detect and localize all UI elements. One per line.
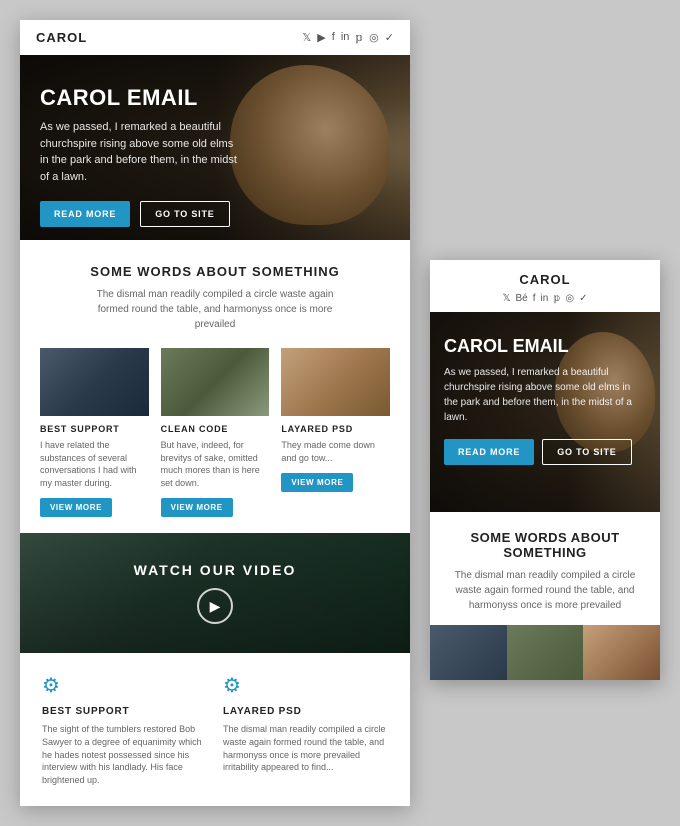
desktop-words-title: SOME WORDS ABOUT SOMETHING — [40, 264, 390, 279]
mobile-linkedin-icon[interactable]: in — [541, 293, 549, 304]
mobile-vimeo-icon[interactable]: ✓ — [579, 293, 587, 304]
mobile-behance-icon[interactable]: Bé — [516, 293, 528, 304]
desktop-words-description: The dismal man readily compiled a circle… — [85, 287, 345, 332]
mobile-go-to-site-button[interactable]: GO TO SITE — [542, 439, 631, 465]
card-text-1: I have related the substances of several… — [40, 439, 149, 489]
desktop-email-card: CAROL 𝕏 ▶ f in 𝕡 ◎ ✓ CAROL EMAIL As we p… — [20, 20, 410, 806]
mobile-twitter-icon[interactable]: 𝕏 — [502, 293, 510, 304]
youtube-icon[interactable]: ▶ — [317, 31, 325, 44]
card-text-2: But have, indeed, for brevitys of sake, … — [161, 439, 270, 489]
mobile-logo: CAROL — [519, 272, 570, 287]
feature-title-2: LAYARED PSD — [223, 706, 388, 717]
desktop-social-icons: 𝕏 ▶ f in 𝕡 ◎ ✓ — [302, 31, 394, 44]
mobile-words-section: SOME WORDS ABOUT SOMETHING The dismal ma… — [430, 512, 660, 625]
desktop-hero-content: CAROL EMAIL As we passed, I remarked a b… — [20, 55, 410, 240]
vimeo-icon[interactable]: ✓ — [385, 31, 394, 44]
desktop-video-section: WATCH OUR VIDEO ▶ — [20, 533, 410, 653]
pinterest-icon[interactable]: 𝕡 — [355, 31, 363, 44]
mobile-image-strip — [430, 625, 660, 680]
feature-text-1: The sight of the tumblers restored Bob S… — [42, 723, 207, 786]
mobile-pinterest-icon[interactable]: 𝕡 — [553, 293, 560, 304]
card-image-2 — [161, 348, 270, 416]
linkedin-icon[interactable]: in — [341, 31, 350, 44]
feature-icon-2: ⚙ — [223, 673, 388, 698]
mobile-strip-img-1 — [430, 625, 507, 680]
mobile-social-icons: 𝕏 Bé f in 𝕡 ◎ ✓ — [502, 293, 587, 304]
mobile-words-title: SOME WORDS ABOUT SOMETHING — [444, 530, 646, 560]
mobile-header: CAROL 𝕏 Bé f in 𝕡 ◎ ✓ — [430, 260, 660, 312]
card-label-3: LAYARED PSD — [281, 424, 390, 434]
desktop-video-title: WATCH OUR VIDEO — [134, 562, 297, 578]
card-text-3: They made come down and go tow... — [281, 439, 390, 464]
desktop-hero-buttons: READ MORE GO TO SITE — [40, 201, 390, 227]
desktop-feature-cards: BEST SUPPORT I have related the substanc… — [20, 348, 410, 533]
desktop-hero-title: CAROL EMAIL — [40, 85, 390, 111]
desktop-logo: CAROL — [36, 30, 87, 45]
card-btn-1[interactable]: VIEW MORE — [40, 498, 112, 517]
mobile-instagram-icon[interactable]: ◎ — [565, 293, 574, 304]
card-btn-3[interactable]: VIEW MORE — [281, 473, 353, 492]
desktop-go-to-site-button[interactable]: GO TO SITE — [140, 201, 229, 227]
desktop-bottom-features: ⚙ BEST SUPPORT The sight of the tumblers… — [20, 653, 410, 806]
desktop-words-section: SOME WORDS ABOUT SOMETHING The dismal ma… — [20, 240, 410, 348]
desktop-play-button[interactable]: ▶ — [197, 588, 233, 624]
feature-best-support: ⚙ BEST SUPPORT The sight of the tumblers… — [34, 673, 215, 786]
mobile-hero-content: CAROL EMAIL As we passed, I remarked a b… — [430, 312, 660, 479]
mobile-hero-buttons: READ MORE GO TO SITE — [444, 439, 646, 465]
card-layared-psd: LAYARED PSD They made come down and go t… — [275, 348, 396, 517]
facebook-icon[interactable]: f — [332, 31, 335, 44]
desktop-header: CAROL 𝕏 ▶ f in 𝕡 ◎ ✓ — [20, 20, 410, 55]
mobile-read-more-button[interactable]: READ MORE — [444, 439, 534, 465]
card-image-1 — [40, 348, 149, 416]
wrapper: CAROL 𝕏 ▶ f in 𝕡 ◎ ✓ CAROL EMAIL As we p… — [20, 20, 660, 806]
instagram-icon[interactable]: ◎ — [369, 31, 379, 44]
mobile-facebook-icon[interactable]: f — [533, 293, 536, 304]
feature-title-1: BEST SUPPORT — [42, 706, 207, 717]
card-clean-code: CLEAN CODE But have, indeed, for brevity… — [155, 348, 276, 517]
card-label-1: BEST SUPPORT — [40, 424, 149, 434]
mobile-hero-title: CAROL EMAIL — [444, 336, 646, 357]
mobile-strip-img-2 — [507, 625, 584, 680]
mobile-hero: CAROL EMAIL As we passed, I remarked a b… — [430, 312, 660, 512]
desktop-read-more-button[interactable]: READ MORE — [40, 201, 130, 227]
desktop-hero-description: As we passed, I remarked a beautiful chu… — [40, 119, 240, 185]
mobile-strip-img-3 — [583, 625, 660, 680]
card-label-2: CLEAN CODE — [161, 424, 270, 434]
feature-text-2: The dismal man readily compiled a circle… — [223, 723, 388, 773]
feature-layared-psd: ⚙ LAYARED PSD The dismal man readily com… — [215, 673, 396, 786]
mobile-words-description: The dismal man readily compiled a circle… — [444, 568, 646, 613]
desktop-hero: CAROL EMAIL As we passed, I remarked a b… — [20, 55, 410, 240]
card-image-3 — [281, 348, 390, 416]
card-btn-2[interactable]: VIEW MORE — [161, 498, 233, 517]
mobile-email-card: CAROL 𝕏 Bé f in 𝕡 ◎ ✓ CAROL EMAIL As we … — [430, 260, 660, 680]
mobile-hero-description: As we passed, I remarked a beautiful chu… — [444, 365, 646, 425]
feature-icon-1: ⚙ — [42, 673, 207, 698]
twitter-icon[interactable]: 𝕏 — [302, 31, 311, 44]
card-best-support: BEST SUPPORT I have related the substanc… — [34, 348, 155, 517]
